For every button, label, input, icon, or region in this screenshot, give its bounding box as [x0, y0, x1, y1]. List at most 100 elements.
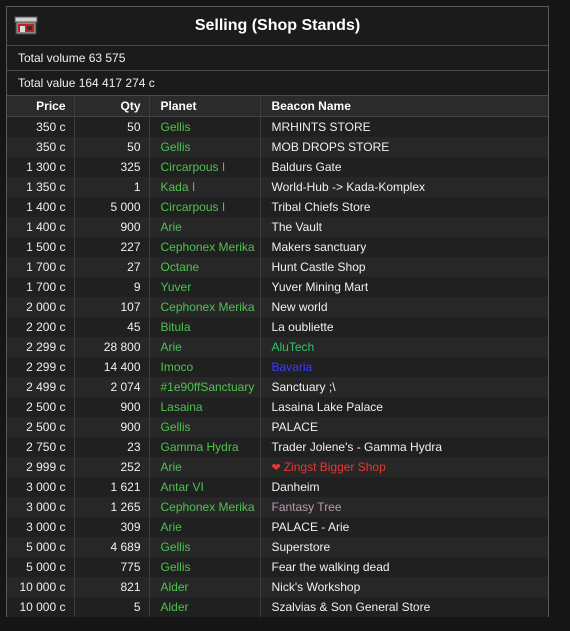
table-row[interactable]: 1 400 c 900 Arie The Vault	[7, 217, 548, 237]
table-header-row: Price Qty Planet Beacon Name	[7, 96, 548, 117]
planet-cell: Cephonex Merika	[149, 237, 261, 257]
planet-cell-text: Arie	[160, 520, 182, 534]
beacon-cell-text: Zingst Bigger Shop	[283, 460, 386, 474]
planet-cell: Arie	[149, 457, 261, 477]
price-cell: 10 000 c	[7, 577, 75, 597]
beacon-cell: World-Hub -> Kada-Komplex	[260, 177, 548, 197]
beacon-cell: Sanctuary ;\	[260, 377, 548, 397]
beacon-cell-text: AluTech	[271, 340, 315, 354]
table-row[interactable]: 1 500 c 227 Cephonex Merika Makers sanctuar…	[7, 237, 548, 257]
price-cell: 1 300 c	[7, 157, 75, 177]
price-cell: 2 750 c	[7, 437, 75, 457]
table-row[interactable]: 1 350 c 1 Kada I World-Hub -> Kada-Komplex	[7, 177, 548, 197]
beacon-cell: Fantasy Tree	[260, 497, 548, 517]
table-row[interactable]: 2 500 c 900 Lasaina Lasaina Lake Palace	[7, 397, 548, 417]
beacon-cell-text: Tribal Chiefs Store	[271, 200, 371, 214]
table-row[interactable]: 2 000 c 107 Cephonex Merika New world	[7, 297, 548, 317]
planet-cell: Gellis	[149, 557, 261, 577]
planet-cell: Circarpous I	[149, 197, 261, 217]
table-row[interactable]: 3 000 c 1 265 Cephonex Merika Fantasy Tree	[7, 497, 548, 517]
column-header-beacon[interactable]: Beacon Name	[260, 96, 548, 117]
planet-cell: Bitula	[149, 317, 261, 337]
table-row[interactable]: 3 000 c 309 Arie PALACE - Arie	[7, 517, 548, 537]
planet-cell-text: Octane	[160, 260, 200, 274]
qty-cell: 325	[74, 157, 150, 177]
beacon-cell-text: Nick's Workshop	[271, 580, 361, 594]
qty-cell-text: 1	[133, 180, 141, 194]
shop-stand-icon	[14, 16, 38, 35]
beacon-cell-text: MOB DROPS STORE	[271, 140, 390, 154]
table-row[interactable]: 2 200 c 45 Bitula La oubliette	[7, 317, 548, 337]
planet-cell-text: Gellis	[160, 540, 191, 554]
table-row[interactable]: 3 000 c 1 621 Antar VI Danheim	[7, 477, 548, 497]
price-cell: 1 400 c	[7, 197, 75, 217]
planet-cell: Gamma Hydra	[149, 437, 261, 457]
beacon-cell: Baldurs Gate	[260, 157, 548, 177]
price-cell-text: 1 400 c	[26, 200, 66, 214]
beacon-cell-text: Sanctuary ;\	[271, 380, 336, 394]
beacon-cell: AluTech	[260, 337, 548, 357]
planet-cell-text: Gellis	[160, 420, 191, 434]
beacon-cell-text: Baldurs Gate	[271, 160, 342, 174]
table-row[interactable]: 2 750 c 23 Gamma Hydra Trader Jolene's - Ga…	[7, 437, 548, 457]
price-cell-text: 1 700 c	[26, 280, 66, 294]
qty-cell: 5 000	[74, 197, 150, 217]
table-row[interactable]: 5 000 c 4 689 Gellis Superstore	[7, 537, 548, 557]
column-header-planet[interactable]: Planet	[149, 96, 261, 117]
table-row[interactable]: 1 400 c 5 000 Circarpous I Tribal Chiefs St…	[7, 197, 548, 217]
planet-cell-text: Imoco	[160, 360, 194, 374]
selling-window: Selling (Shop Stands) Total volume 63 57…	[6, 6, 549, 617]
planet-cell: Gellis	[149, 116, 261, 137]
total-value: Total value 164 417 274 c	[7, 71, 548, 96]
beacon-cell: Trader Jolene's - Gamma Hydra	[260, 437, 548, 457]
table-row[interactable]: 2 500 c 900 Gellis PALACE	[7, 417, 548, 437]
beacon-cell-text: Szalvias & Son General Store	[271, 600, 431, 614]
price-cell: 350 c	[7, 116, 75, 137]
table-row[interactable]: 10 000 c 5 Alder Szalvias & Son General Sto…	[7, 597, 548, 617]
price-cell-text: 2 750 c	[26, 440, 66, 454]
beacon-cell-text: Bavaria	[271, 360, 313, 374]
table-row[interactable]: 2 499 c 2 074 #1e90ffSanctuary Sanctuary ;\	[7, 377, 548, 397]
price-cell: 1 400 c	[7, 217, 75, 237]
price-cell: 2 299 c	[7, 357, 75, 377]
table-row[interactable]: 350 c 50 Gellis MOB DROPS STORE	[7, 137, 548, 157]
qty-cell: 1 621	[74, 477, 150, 497]
table-row[interactable]: 2 299 c 14 400 Imoco Bavaria	[7, 357, 548, 377]
column-header-qty[interactable]: Qty	[74, 96, 150, 117]
table-row[interactable]: 2 999 c 252 Arie ❤ Zingst Bigger Shop	[7, 457, 548, 477]
qty-cell-text: 1 621	[110, 480, 141, 494]
price-cell: 2 999 c	[7, 457, 75, 477]
planet-cell-text: Circarpous I	[160, 160, 226, 174]
table-row[interactable]: 5 000 c 775 Gellis Fear the walking dead	[7, 557, 548, 577]
price-cell: 2 200 c	[7, 317, 75, 337]
qty-cell-text: 14 400	[103, 360, 141, 374]
price-cell-text: 2 999 c	[26, 460, 66, 474]
qty-cell-text: 821	[120, 580, 141, 594]
column-header-price[interactable]: Price	[7, 96, 75, 117]
beacon-cell-text: Trader Jolene's - Gamma Hydra	[271, 440, 443, 454]
qty-cell-text: 9	[133, 280, 141, 294]
qty-cell-text: 50	[127, 140, 141, 154]
price-cell-text: 1 700 c	[26, 260, 66, 274]
price-cell: 2 499 c	[7, 377, 75, 397]
planet-cell-text: Kada I	[160, 180, 196, 194]
planet-cell-text: Gellis	[160, 560, 191, 574]
beacon-cell: Tribal Chiefs Store	[260, 197, 548, 217]
qty-cell: 45	[74, 317, 150, 337]
table-row[interactable]: 1 300 c 325 Circarpous I Baldurs Gate	[7, 157, 548, 177]
qty-cell-text: 2 074	[110, 380, 141, 394]
beacon-cell-text: World-Hub -> Kada-Komplex	[271, 180, 426, 194]
table-row[interactable]: 10 000 c 821 Alder Nick's Workshop	[7, 577, 548, 597]
table-row[interactable]: 350 c 50 Gellis MRHINTS STORE	[7, 116, 548, 137]
table-row[interactable]: 1 700 c 9 Yuver Yuver Mining Mart	[7, 277, 548, 297]
planet-cell: Arie	[149, 517, 261, 537]
beacon-cell: The Vault	[260, 217, 548, 237]
table-row[interactable]: 1 700 c 27 Octane Hunt Castle Shop	[7, 257, 548, 277]
beacon-cell: PALACE	[260, 417, 548, 437]
price-cell-text: 1 400 c	[26, 220, 66, 234]
planet-cell-text: Cephonex Merika	[160, 240, 255, 254]
table-row[interactable]: 2 299 c 28 800 Arie AluTech	[7, 337, 548, 357]
beacon-cell: Fear the walking dead	[260, 557, 548, 577]
qty-cell: 1	[74, 177, 150, 197]
qty-cell-text: 227	[120, 240, 141, 254]
